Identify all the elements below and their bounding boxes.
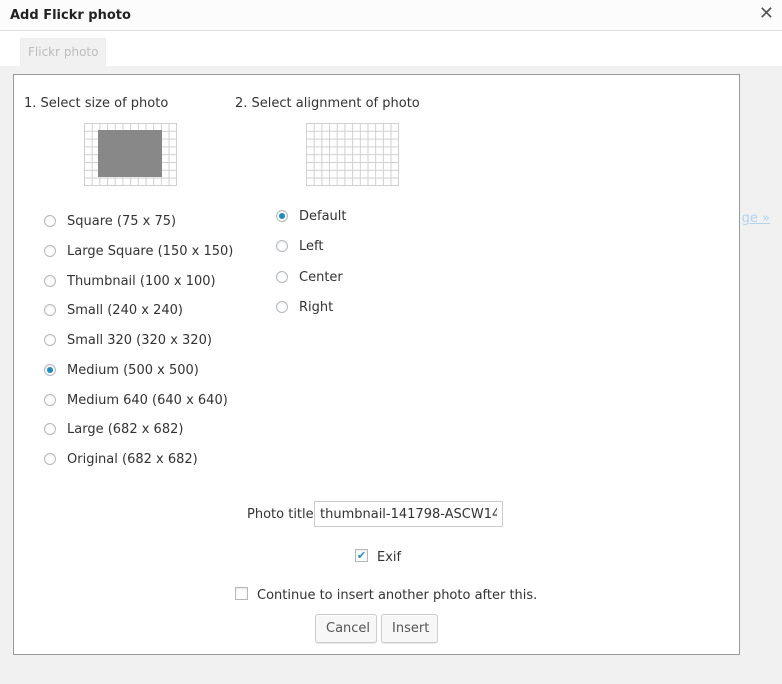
size-option-label: Original (682 x 682) xyxy=(67,451,198,467)
size-radio[interactable] xyxy=(44,453,56,465)
size-option[interactable]: Original (682 x 682) xyxy=(44,449,198,469)
continue-insert-checkbox[interactable] xyxy=(235,587,248,600)
size-radio[interactable] xyxy=(44,215,56,227)
size-option-label: Small (240 x 240) xyxy=(67,302,183,318)
tab-strip: Flickr photo xyxy=(0,31,782,66)
exif-checkbox[interactable]: ✔ xyxy=(355,549,368,562)
size-option-label: Medium (500 x 500) xyxy=(67,362,199,378)
alignment-option[interactable]: Left xyxy=(276,236,323,256)
alignment-radio[interactable] xyxy=(276,301,288,313)
size-option[interactable]: Medium 640 (640 x 640) xyxy=(44,390,228,410)
exif-label: Exif xyxy=(377,550,402,565)
photo-title-input[interactable] xyxy=(314,501,503,527)
alignment-option-label: Right xyxy=(299,299,334,315)
checkmark-icon: ✔ xyxy=(356,549,367,562)
size-option[interactable]: Square (75 x 75) xyxy=(44,211,176,231)
alignment-radio[interactable] xyxy=(276,210,288,222)
alignment-radio[interactable] xyxy=(276,271,288,283)
size-heading: 1. Select size of photo xyxy=(24,96,169,111)
size-radio[interactable] xyxy=(44,245,56,257)
alignment-option[interactable]: Right xyxy=(276,297,333,317)
close-icon[interactable]: ✕ xyxy=(759,4,774,24)
tab-flickr-photo[interactable]: Flickr photo xyxy=(20,38,107,66)
alignment-grid-icon xyxy=(306,123,399,186)
size-option-label: Large (682 x 682) xyxy=(67,421,184,437)
insert-button[interactable]: Insert xyxy=(381,614,438,643)
size-radio[interactable] xyxy=(44,334,56,346)
size-option[interactable]: Medium (500 x 500) xyxy=(44,360,199,380)
size-radio[interactable] xyxy=(44,304,56,316)
alignment-heading: 2. Select alignment of photo xyxy=(235,96,420,111)
alignment-radio[interactable] xyxy=(276,240,288,252)
size-radio[interactable] xyxy=(44,275,56,287)
size-radio[interactable] xyxy=(44,394,56,406)
size-option[interactable]: Thumbnail (100 x 100) xyxy=(44,271,216,291)
size-radio[interactable] xyxy=(44,423,56,435)
alignment-option-label: Left xyxy=(299,238,324,254)
size-option[interactable]: Large Square (150 x 150) xyxy=(44,241,233,261)
dialog-title: Add Flickr photo xyxy=(10,8,131,23)
size-radio[interactable] xyxy=(44,364,56,376)
size-grid-fill xyxy=(98,130,162,177)
alignment-option-label: Center xyxy=(299,269,343,285)
alignment-option[interactable]: Center xyxy=(276,267,343,287)
size-option[interactable]: Small 320 (320 x 320) xyxy=(44,330,212,350)
size-option-label: Thumbnail (100 x 100) xyxy=(67,273,216,289)
alignment-option-label: Default xyxy=(299,208,347,224)
size-option-label: Small 320 (320 x 320) xyxy=(67,332,212,348)
photo-title-label: Photo title xyxy=(247,507,314,522)
size-grid-icon xyxy=(84,123,177,186)
size-option[interactable]: Small (240 x 240) xyxy=(44,300,183,320)
background-page-link[interactable]: ge » xyxy=(742,211,770,226)
cancel-button[interactable]: Cancel xyxy=(315,614,377,643)
dialog-titlebar: Add Flickr photo ✕ xyxy=(0,0,782,31)
alignment-option[interactable]: Default xyxy=(276,206,347,226)
continue-insert-label: Continue to insert another photo after t… xyxy=(257,588,538,603)
size-option-label: Square (75 x 75) xyxy=(67,213,177,229)
size-option[interactable]: Large (682 x 682) xyxy=(44,419,183,439)
size-option-label: Large Square (150 x 150) xyxy=(67,243,234,259)
size-option-label: Medium 640 (640 x 640) xyxy=(67,392,228,408)
